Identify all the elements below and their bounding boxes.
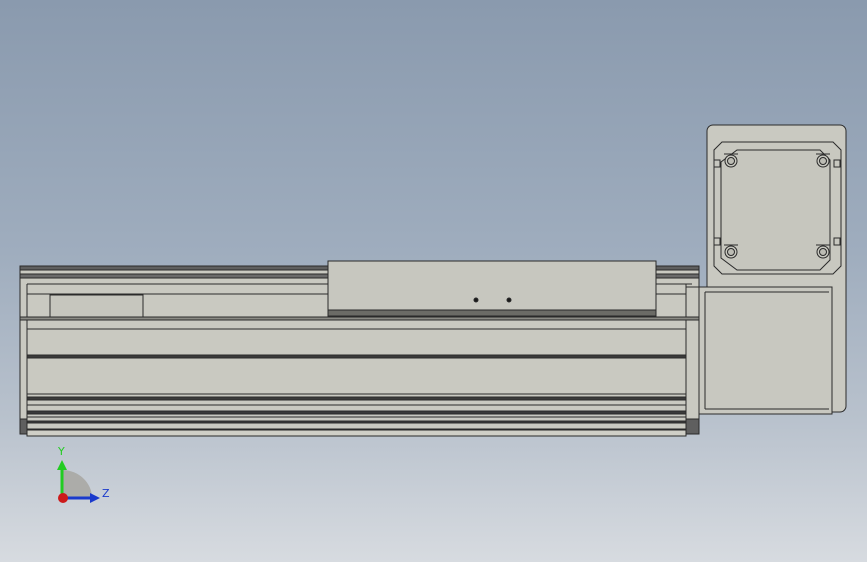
triad-plane-quadrant (62, 470, 92, 498)
carriage-base-strip (327, 309, 657, 317)
carriage-hole (473, 297, 479, 303)
rail-lower-groove (26, 396, 687, 401)
y-axis-label: Y (57, 445, 65, 458)
flange-notch (713, 237, 721, 246)
motor-body[interactable] (698, 286, 833, 415)
x-axis-dot (58, 493, 68, 503)
carriage[interactable] (327, 260, 657, 317)
y-axis-arrowhead (57, 460, 67, 470)
rail-base (26, 429, 687, 437)
rail-end-block-right (685, 418, 700, 435)
rail-mid-groove (26, 354, 687, 359)
z-axis-arrowhead (90, 493, 100, 503)
orientation-triad[interactable]: Y Z (57, 445, 110, 503)
flange-notch (833, 159, 841, 168)
carriage-hole (506, 297, 512, 303)
rail-end-cap-right (685, 286, 700, 318)
cad-viewport[interactable]: Y Z (0, 0, 867, 562)
cad-model-drawing[interactable]: Y Z (0, 0, 867, 562)
motor-housing (698, 286, 833, 415)
stop-block[interactable] (49, 294, 144, 318)
rail-end-block-left (19, 418, 28, 435)
carriage-body (327, 260, 657, 311)
rail-lower-groove (26, 420, 687, 424)
z-axis-label: Z (102, 487, 110, 500)
rail-lower-groove (26, 410, 687, 415)
flange-notch (713, 159, 721, 168)
flange-notch (833, 237, 841, 246)
